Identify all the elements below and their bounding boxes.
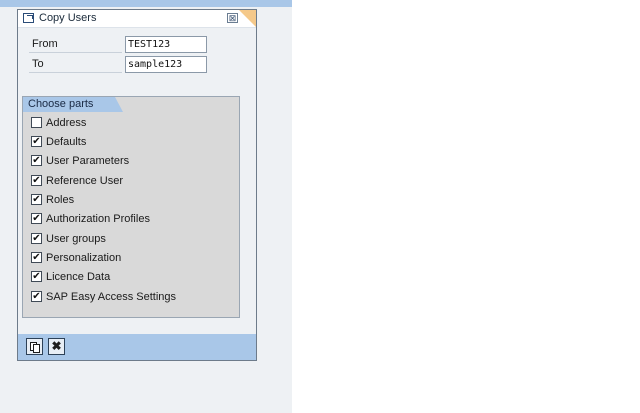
checkbox-licence-data[interactable]: ✔ Licence Data: [31, 270, 231, 286]
titlebar-accent: [239, 10, 256, 27]
copy-button[interactable]: [26, 338, 43, 355]
checkbox-box[interactable]: ✔: [31, 291, 42, 302]
checkbox-reference-user[interactable]: ✔ Reference User: [31, 174, 231, 190]
checkbox-label: Address: [46, 117, 87, 129]
checkbox-box[interactable]: ✔: [31, 271, 42, 282]
copy-fields: From TEST123 To sample123: [27, 35, 209, 73]
checkbox-sap-easy-access-settings[interactable]: ✔ SAP Easy Access Settings: [31, 290, 231, 306]
checkbox-defaults[interactable]: ✔ Defaults: [31, 135, 231, 151]
dialog-title: Copy Users: [39, 12, 97, 24]
checkbox-box[interactable]: ✔: [31, 194, 42, 205]
dialog-titlebar[interactable]: Copy Users ⊠: [18, 10, 256, 28]
checkbox-box[interactable]: ✔: [31, 136, 42, 147]
copy-icon-front: [33, 344, 40, 353]
checkbox-label: Authorization Profiles: [46, 213, 150, 225]
checkbox-label: User Parameters: [46, 155, 130, 167]
to-input[interactable]: sample123: [125, 56, 207, 73]
copy-users-dialog: Copy Users ⊠ From TEST123 To sample123 C…: [17, 9, 257, 361]
from-row: From TEST123: [27, 36, 209, 54]
checkbox-label: Personalization: [46, 252, 122, 264]
checkbox-box[interactable]: ✔: [31, 155, 42, 166]
checkbox-user-parameters[interactable]: ✔ User Parameters: [31, 154, 231, 170]
checkbox-label: User groups: [46, 233, 106, 245]
checkbox-box[interactable]: ✔: [31, 233, 42, 244]
dialog-footer: ✖: [18, 334, 256, 360]
checkbox-label: Licence Data: [46, 271, 111, 283]
checkbox-label: Reference User: [46, 175, 124, 187]
to-label: To: [29, 57, 122, 73]
cancel-button[interactable]: ✖: [48, 338, 65, 355]
choose-parts-group: Choose parts Address ✔ Defaults ✔ User P…: [22, 96, 240, 318]
close-button[interactable]: ⊠: [227, 13, 238, 23]
checkbox-box[interactable]: [31, 117, 42, 128]
from-input[interactable]: TEST123: [125, 36, 207, 53]
group-title: Choose parts: [23, 97, 115, 112]
to-row: To sample123: [27, 56, 209, 74]
cancel-icon: ✖: [51, 339, 62, 353]
from-label: From: [29, 37, 122, 53]
checkbox-box[interactable]: ✔: [31, 252, 42, 263]
checkbox-address[interactable]: Address: [31, 116, 231, 132]
group-title-accent: [115, 97, 123, 112]
checkbox-roles[interactable]: ✔ Roles: [31, 193, 231, 209]
checkbox-authorization-profiles[interactable]: ✔ Authorization Profiles: [31, 212, 231, 228]
checkbox-label: Roles: [46, 194, 75, 206]
checkbox-personalization[interactable]: ✔ Personalization: [31, 251, 231, 267]
window-top-strip: [0, 0, 292, 7]
checkbox-label: Defaults: [46, 136, 87, 148]
checkbox-box[interactable]: ✔: [31, 175, 42, 186]
checkbox-label: SAP Easy Access Settings: [46, 291, 177, 303]
checkbox-user-groups[interactable]: ✔ User groups: [31, 232, 231, 248]
checkbox-box[interactable]: ✔: [31, 213, 42, 224]
edit-document-icon: [23, 13, 34, 23]
